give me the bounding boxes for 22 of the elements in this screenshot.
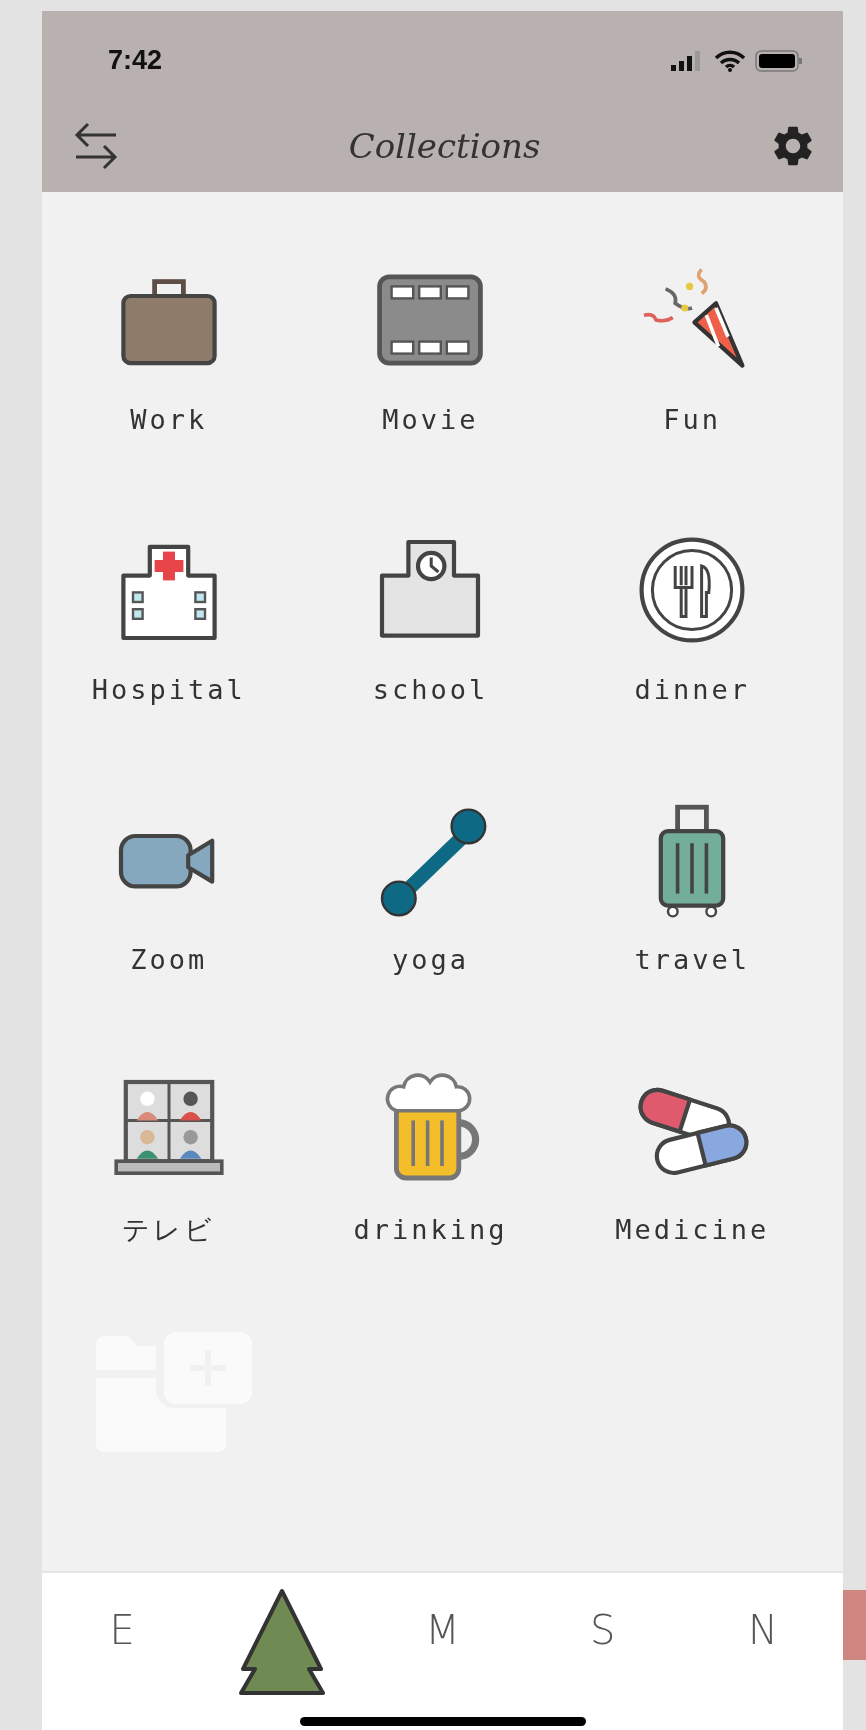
side-marker	[843, 1590, 866, 1660]
collection-item[interactable]: Movie	[299, 260, 562, 438]
collection-item[interactable]: テレビ	[38, 1070, 300, 1248]
collection-item[interactable]: Fun	[561, 260, 823, 438]
collection-item[interactable]: school	[299, 530, 562, 708]
nav-tab[interactable]: M	[425, 1607, 460, 1653]
status-time: 7:42	[108, 45, 163, 76]
collection-item[interactable]: Medicine	[561, 1070, 823, 1248]
collection-item[interactable]: travel	[561, 800, 823, 978]
collection-item[interactable]: Zoom	[38, 800, 300, 978]
nav-tab[interactable]: S	[590, 1607, 616, 1653]
swap-arrows-button[interactable]	[72, 120, 120, 172]
collection-item[interactable]: Hospital	[38, 530, 300, 708]
collection-item[interactable]: dinner	[561, 530, 823, 708]
nav-tab[interactable]: N	[747, 1607, 778, 1653]
nav-tab[interactable]: E	[109, 1607, 135, 1653]
page-title: Collections	[348, 126, 541, 166]
collection-item[interactable]: yoga	[299, 800, 562, 978]
battery-icon	[755, 49, 803, 72]
collection-item[interactable]: Work	[38, 260, 300, 438]
collection-item[interactable]: drinking	[299, 1070, 562, 1248]
wifi-icon	[715, 49, 745, 72]
